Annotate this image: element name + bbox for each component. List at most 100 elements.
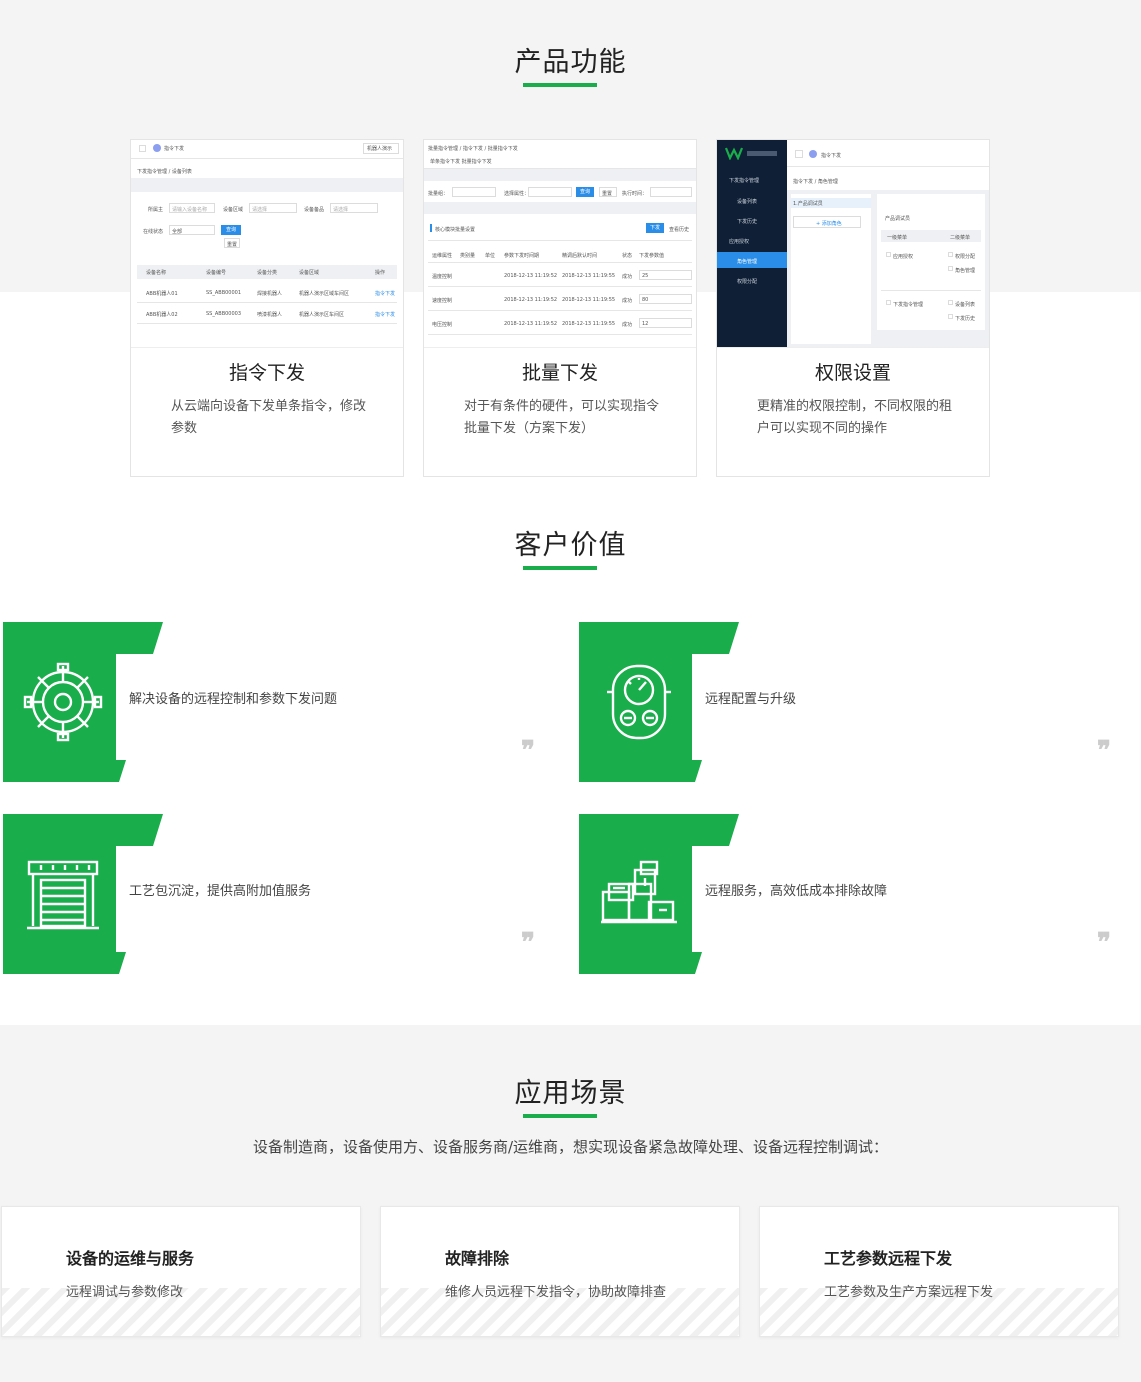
scenes-title: 应用场景 bbox=[514, 1078, 627, 1109]
features-title: 产品功能 bbox=[514, 47, 627, 78]
shot-cell: 成功 bbox=[622, 298, 633, 304]
values-title: 客户价值 bbox=[514, 530, 627, 561]
shot-cell: 2018-12-13 11:19:55 bbox=[562, 297, 616, 303]
scene-card-ops[interactable]: 设备的运维与服务 远程调试与参数修改 bbox=[1, 1206, 361, 1337]
scene-card-process-params[interactable]: 工艺参数远程下发 工艺参数及生产方案远程下发 bbox=[759, 1206, 1119, 1337]
scene-desc: 维修人员远程下发指令，协助故障排查 bbox=[445, 1285, 667, 1300]
shot-gray-band bbox=[424, 169, 696, 181]
divider bbox=[428, 262, 692, 263]
shot-topbar-title: 指令下发 bbox=[164, 146, 185, 152]
shot-filter-label: 设备区域 bbox=[223, 207, 244, 213]
shot-cell: 焊接机器人 bbox=[257, 291, 283, 297]
shot-topbar-title: 指令下发 bbox=[821, 153, 842, 159]
scene-title: 设备的运维与服务 bbox=[66, 1249, 195, 1268]
shot-cell: 成功 bbox=[622, 274, 633, 280]
shot-cell: 机器人演示区车间区 bbox=[299, 312, 345, 318]
value-text: 解决设备的远程控制和参数下发问题 bbox=[129, 692, 338, 707]
scene-title: 故障排除 bbox=[445, 1249, 510, 1268]
quote-icon: ❞ bbox=[521, 928, 535, 958]
feature-card-command[interactable]: 指令下发 机器人演示 下发指令管理 / 设备列表 所属主 请输入设备名称 设备区… bbox=[130, 139, 404, 477]
shot-cell: 角色管理 bbox=[955, 268, 976, 274]
shot-col: 单位 bbox=[485, 253, 496, 259]
shot-checkbox bbox=[948, 266, 953, 271]
shot-col: 设备区域 bbox=[299, 270, 320, 276]
divider bbox=[131, 158, 403, 159]
shot-cell: SS_ABB00001 bbox=[206, 290, 242, 296]
shot-cell: ABB机器人01 bbox=[146, 291, 178, 297]
gear-icon bbox=[23, 662, 103, 742]
value-item: 远程服务，高效低成本排除故障 ❞ bbox=[579, 814, 1139, 974]
shot-menu-item: 权限分配 bbox=[737, 279, 758, 285]
shot-filter-label: 选择属性： bbox=[504, 191, 530, 197]
shot-section-label: 核心模块批量设置 bbox=[435, 227, 476, 233]
menu-toggle-icon bbox=[795, 150, 803, 158]
shot-breadcrumb: 指令下发 / 角色管理 bbox=[793, 179, 838, 185]
shot-reset-label: 重置 bbox=[602, 191, 613, 197]
shot-cell: 80 bbox=[642, 297, 649, 303]
shot-menu-item: 下发历史 bbox=[737, 219, 758, 225]
scenes-subtitle: 设备制造商，设备使用方、设备服务商/运维商，想实现设备紧急故障处理、设备远程控制… bbox=[252, 1138, 889, 1156]
feature-desc: 从云端向设备下发单条指令，修改参数 bbox=[171, 399, 367, 436]
command-screenshot: 指令下发 机器人演示 下发指令管理 / 设备列表 所属主 请输入设备名称 设备区… bbox=[131, 140, 403, 348]
boxes-icon bbox=[601, 860, 677, 924]
shot-col: 设备名称 bbox=[146, 270, 167, 276]
shot-cell: 12 bbox=[642, 321, 649, 327]
divider bbox=[428, 286, 692, 287]
scene-card-troubleshoot[interactable]: 故障排除 维修人员远程下发指令，协助故障排查 bbox=[380, 1206, 740, 1337]
shot-checkbox bbox=[886, 300, 891, 305]
divider bbox=[787, 166, 989, 167]
shot-cell: 电压控制 bbox=[432, 322, 453, 328]
shot-cell: 设备列表 bbox=[955, 302, 976, 308]
shot-breadcrumb: 批量指令管理 / 指令下发 / 批量指令下发 bbox=[428, 146, 518, 152]
quote-icon: ❞ bbox=[1097, 736, 1111, 766]
shot-cell: 2018-12-13 11:19:52 bbox=[504, 321, 558, 327]
divider bbox=[137, 323, 397, 324]
feature-card-permission[interactable]: 下发指令管理 设备列表 下发历史 应用授权 角色管理 权限分配 指令下发 指令下… bbox=[716, 139, 990, 477]
shot-history-button: 查看历史 bbox=[669, 227, 690, 233]
shot-filter-input bbox=[528, 187, 572, 197]
warehouse-icon bbox=[27, 860, 99, 930]
shot-col: 设备编号 bbox=[206, 270, 227, 276]
shot-filter-label: 设备备品 bbox=[304, 207, 325, 213]
batch-screenshot: 批量指令管理 / 指令下发 / 批量指令下发 单条指令下发 批量指令下发 批量组… bbox=[424, 140, 696, 348]
shot-cell: 机器人演示区域车间区 bbox=[299, 291, 350, 297]
divider bbox=[428, 240, 692, 241]
feature-name: 批量下发 bbox=[521, 362, 598, 384]
shot-tabs: 单条指令下发 批量指令下发 bbox=[430, 159, 492, 165]
shot-query-button: 查询 bbox=[221, 225, 241, 235]
value-item: 远程配置与升级 ❞ bbox=[579, 622, 1139, 782]
shot-col: 运维属性 bbox=[432, 253, 453, 259]
avatar bbox=[809, 150, 817, 158]
shot-reset-label: 重置 bbox=[227, 242, 238, 248]
shot-menu-item: 设备列表 bbox=[737, 199, 758, 205]
shot-filter-placeholder: 请选择 bbox=[333, 207, 349, 213]
scenes-title-underline bbox=[523, 1114, 597, 1118]
shot-filter-label: 执行时间： bbox=[622, 191, 648, 197]
shot-cell: 下发历史 bbox=[955, 316, 976, 322]
value-item: 工艺包沉淀，提供高附加值服务 ❞ bbox=[3, 814, 563, 974]
shot-cell-link: 指令下发 bbox=[375, 312, 396, 318]
shot-add-role-label: + 添加角色 bbox=[816, 221, 842, 227]
divider bbox=[881, 290, 981, 291]
shot-menu-item: 下发指令管理 bbox=[729, 178, 760, 184]
shot-filter-label: 批量组： bbox=[428, 191, 449, 197]
quote-icon: ❞ bbox=[1097, 928, 1111, 958]
shot-col: 参数下发时间期 bbox=[504, 253, 540, 259]
feature-desc: 对于有条件的硬件，可以实现指令批量下发（方案下发） bbox=[464, 399, 660, 436]
shot-col: 设备分类 bbox=[257, 270, 278, 276]
shot-cell-link: 指令下发 bbox=[375, 291, 396, 297]
value-text: 远程配置与升级 bbox=[705, 692, 797, 707]
shot-status-label: 在线状态 bbox=[143, 229, 164, 235]
quote-icon: ❞ bbox=[521, 736, 535, 766]
feature-name: 指令下发 bbox=[228, 362, 305, 384]
shot-role-item: 1.产品调试员 bbox=[793, 201, 823, 207]
shot-sidebar bbox=[717, 140, 787, 347]
shot-cell: 2018-12-13 11:19:55 bbox=[562, 273, 616, 279]
value-text: 工艺包沉淀，提供高附加值服务 bbox=[129, 884, 312, 899]
shot-gray-band bbox=[131, 178, 403, 192]
shot-filter-input bbox=[650, 187, 692, 197]
shot-checkbox bbox=[948, 300, 953, 305]
shot-cell: 速度控制 bbox=[432, 298, 453, 304]
feature-card-batch[interactable]: 批量指令管理 / 指令下发 / 批量指令下发 单条指令下发 批量指令下发 批量组… bbox=[423, 139, 697, 477]
scene-desc: 远程调试与参数修改 bbox=[66, 1285, 184, 1300]
